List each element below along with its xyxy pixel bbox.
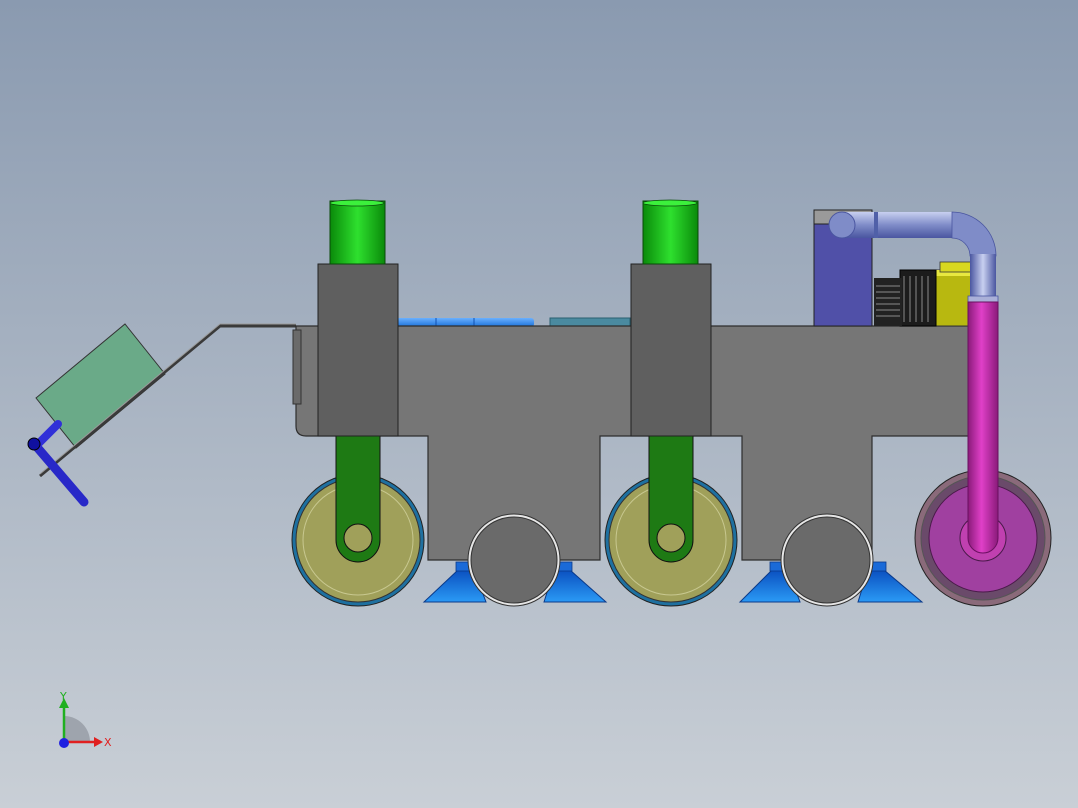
triad-x-label: X [104,736,112,749]
rear-column [630,263,712,437]
teal-rail [549,317,631,327]
rear-axle [656,523,686,553]
chassis-left-cap [292,329,302,405]
front-axle [343,523,373,553]
triad-z-axis [59,738,69,748]
triad-y-label: Y [59,690,67,703]
rear-drive-motor [642,200,699,265]
left-tilted-bracket[interactable] [27,323,296,507]
link-pivot[interactable] [27,437,41,451]
cad-model-scene[interactable]: Y X [0,0,1078,808]
triad-arc [64,716,90,742]
black-connector [899,269,937,327]
front-column [317,263,399,437]
hose-end-cap [828,211,856,239]
front-drive-motor [329,200,386,265]
coordinate-triad: Y X [59,690,112,749]
magenta-pipe [967,301,999,554]
graphics-viewport[interactable]: Y X [0,0,1078,808]
